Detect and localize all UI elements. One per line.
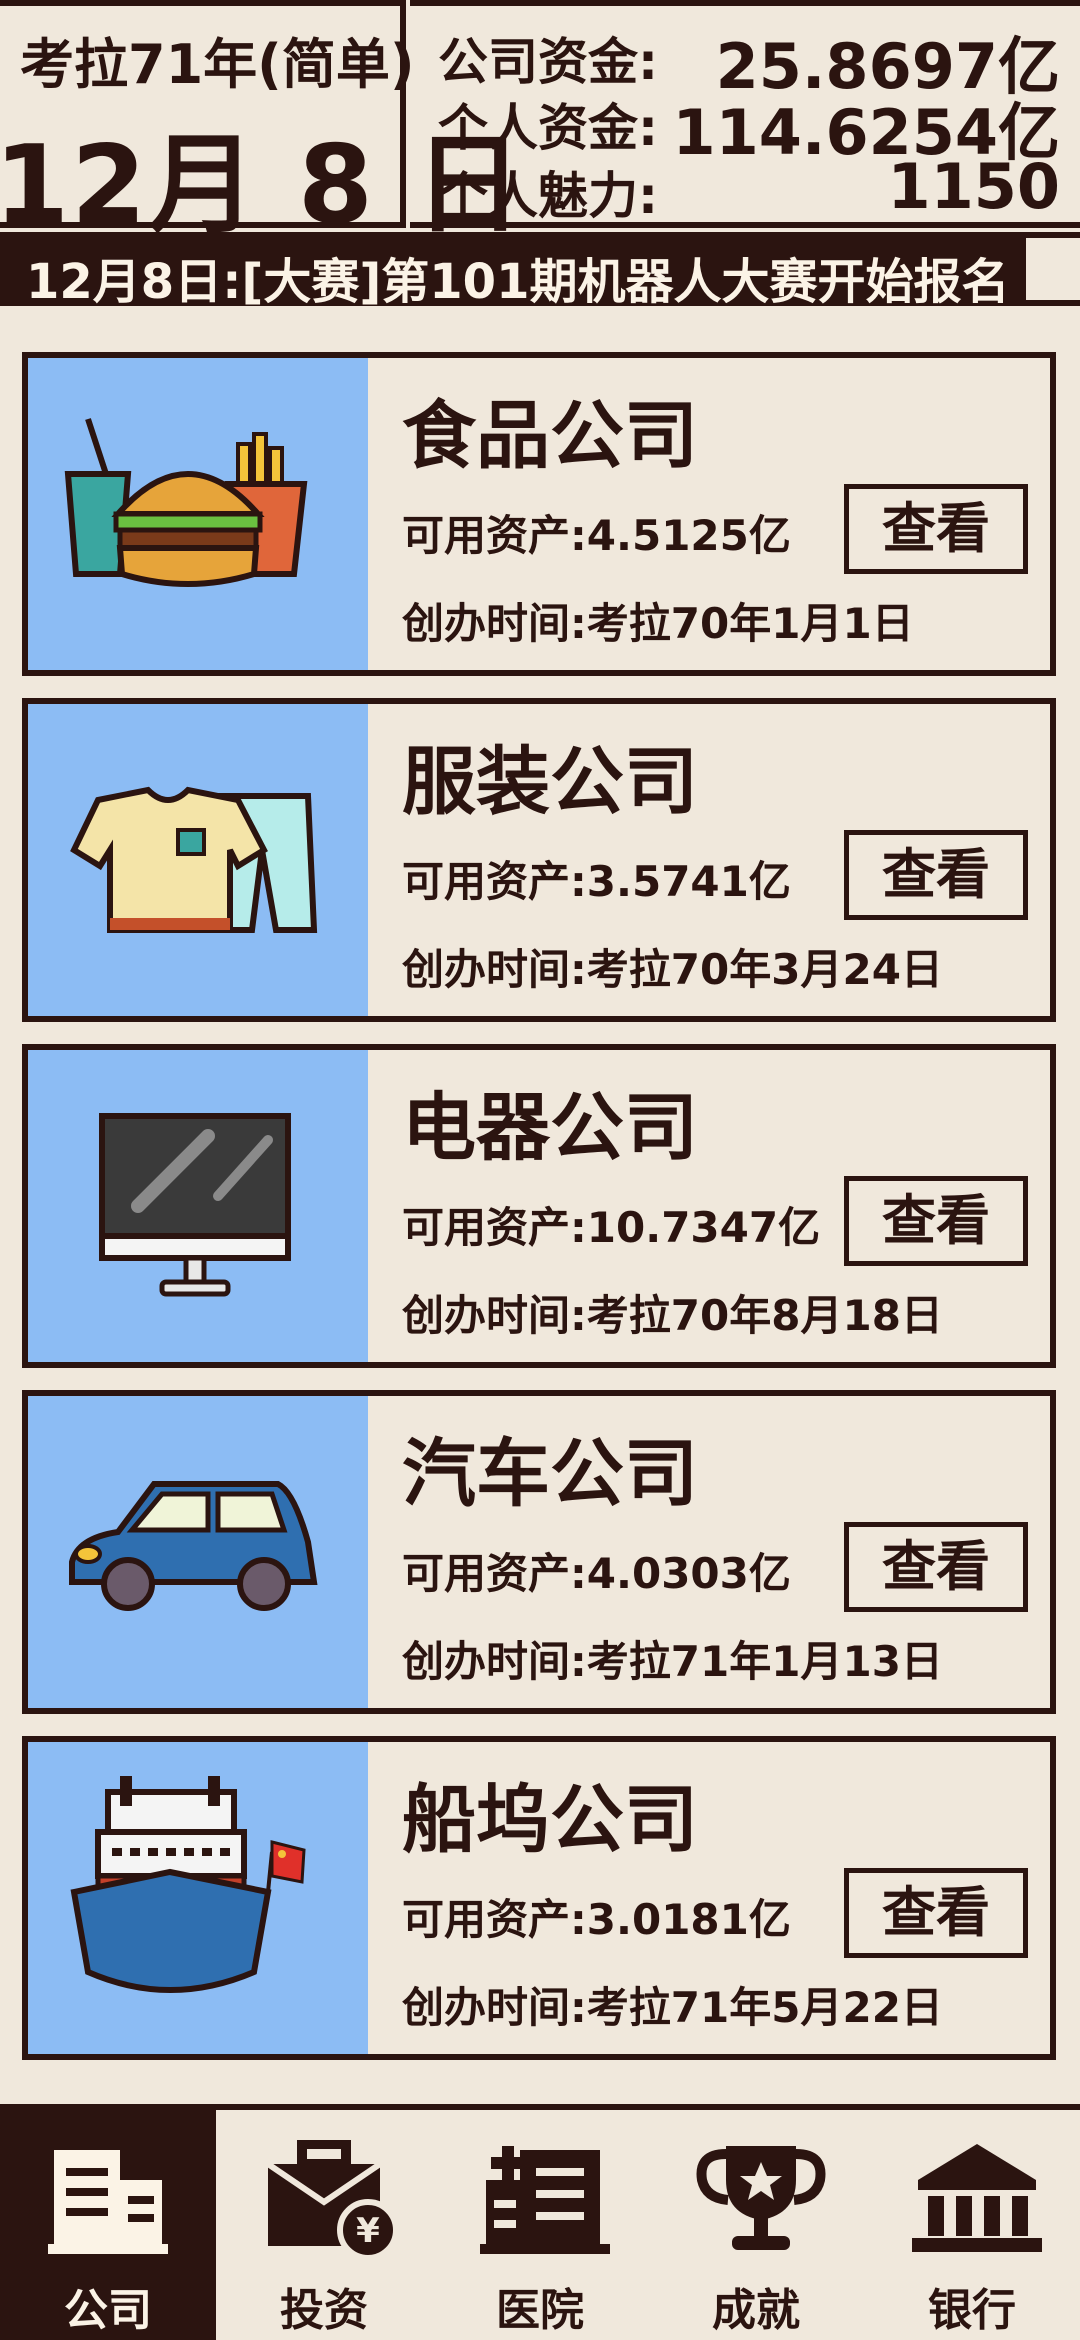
company-thumbnail xyxy=(28,1050,368,1362)
company-funds-label: 公司资金: xyxy=(438,33,658,91)
company-founded: 创办时间:考拉70年3月24日 xyxy=(402,945,943,994)
company-name: 船坞公司 xyxy=(402,1777,698,1863)
ship-icon xyxy=(70,1776,306,1993)
company-founded: 创办时间:考拉71年5月22日 xyxy=(402,1983,943,2032)
hospital-icon xyxy=(480,2146,610,2254)
company-founded: 创办时间:考拉71年1月13日 xyxy=(402,1637,943,1686)
company-name: 食品公司 xyxy=(402,393,698,479)
company-thumbnail xyxy=(28,1396,368,1708)
nav-label: 投资 xyxy=(280,2285,368,2336)
nav-tab-achievements[interactable]: 成就 xyxy=(648,2110,864,2340)
briefcase-icon: ¥ xyxy=(266,2140,394,2260)
news-ticker-button[interactable] xyxy=(1020,238,1080,300)
company-assets: 可用资产:4.5125亿 xyxy=(402,511,791,560)
charm-value: 1150 xyxy=(887,150,1060,223)
year-label: 考拉71年(简单) xyxy=(20,33,415,96)
nav-label: 公司 xyxy=(64,2285,152,2336)
view-shipyard-company-button[interactable]: 查看 xyxy=(844,1868,1028,1958)
company-assets: 可用资产:4.0303亿 xyxy=(402,1549,791,1598)
personal-funds-row: 个人资金: 114.6254亿 xyxy=(438,88,1060,169)
nav-tab-hospital[interactable]: 医院 xyxy=(432,2110,648,2340)
nav-tab-company[interactable]: 公司 xyxy=(0,2110,216,2340)
company-card-shipyard: 船坞公司 可用资产:3.0181亿 创办时间:考拉71年5月22日 查看 xyxy=(22,1736,1056,2060)
car-icon xyxy=(69,1481,318,1611)
nav-label: 银行 xyxy=(928,2285,1016,2336)
company-name: 服装公司 xyxy=(402,739,698,825)
company-card-electronics: 电器公司 可用资产:10.7347亿 创办时间:考拉70年8月18日 查看 xyxy=(22,1044,1056,1368)
company-founded: 创办时间:考拉70年8月18日 xyxy=(402,1291,943,1340)
company-funds-row: 公司资金: 25.8697亿 xyxy=(438,22,1060,103)
bottom-navigation: 公司 ¥ 投资 医院 成就 银行 xyxy=(0,2104,1080,2340)
news-ticker[interactable]: 12月8日:[大赛]第101期机器人大赛开始报名 xyxy=(0,232,1080,310)
company-assets: 可用资产:3.5741亿 xyxy=(402,857,791,906)
company-thumbnail xyxy=(28,704,368,1016)
company-name: 电器公司 xyxy=(402,1085,698,1171)
company-thumbnail xyxy=(28,358,368,670)
finance-panel: 公司资金: 25.8697亿 个人资金: 114.6254亿 个人魅力: 115… xyxy=(410,0,1080,228)
company-name: 汽车公司 xyxy=(402,1431,698,1517)
company-list: 食品公司 可用资产:4.5125亿 创办时间:考拉70年1月1日 查看 服装公司… xyxy=(22,352,1056,2082)
svg-text:¥: ¥ xyxy=(356,2211,380,2251)
nav-tab-investment[interactable]: ¥ 投资 xyxy=(216,2110,432,2340)
trophy-icon xyxy=(696,2146,826,2250)
company-assets: 可用资产:10.7347亿 xyxy=(402,1203,821,1252)
nav-tab-bank[interactable]: 银行 xyxy=(864,2110,1080,2340)
food-icon xyxy=(64,418,308,587)
charm-row: 个人魅力: 1150 xyxy=(438,150,1060,225)
view-food-company-button[interactable]: 查看 xyxy=(844,484,1028,574)
company-thumbnail xyxy=(28,1742,368,2054)
clothing-icon xyxy=(70,786,318,933)
date-panel: 考拉71年(简单) 12月 8 日 xyxy=(0,0,523,248)
personal-funds-label: 个人资金: xyxy=(438,99,658,157)
company-founded: 创办时间:考拉70年1月1日 xyxy=(402,599,914,648)
nav-label: 医院 xyxy=(496,2285,584,2336)
company-card-car: 汽车公司 可用资产:4.0303亿 创办时间:考拉71年1月13日 查看 xyxy=(22,1390,1056,1714)
company-assets: 可用资产:3.0181亿 xyxy=(402,1895,791,1944)
view-car-company-button[interactable]: 查看 xyxy=(844,1522,1028,1612)
building-icon xyxy=(48,2150,168,2254)
view-electronics-company-button[interactable]: 查看 xyxy=(844,1176,1028,1266)
news-ticker-text: 12月8日:[大赛]第101期机器人大赛开始报名 xyxy=(26,254,1010,310)
monitor-icon xyxy=(99,1113,291,1297)
company-card-clothing: 服装公司 可用资产:3.5741亿 创办时间:考拉70年3月24日 查看 xyxy=(22,698,1056,1022)
bank-icon xyxy=(912,2144,1042,2252)
company-card-food: 食品公司 可用资产:4.5125亿 创办时间:考拉70年1月1日 查看 xyxy=(22,352,1056,676)
view-clothing-company-button[interactable]: 查看 xyxy=(844,830,1028,920)
charm-label: 个人魅力: xyxy=(438,167,658,225)
status-header: 考拉71年(简单) 12月 8 日 公司资金: 25.8697亿 个人资金: 1… xyxy=(0,0,1080,248)
nav-label: 成就 xyxy=(712,2285,800,2336)
